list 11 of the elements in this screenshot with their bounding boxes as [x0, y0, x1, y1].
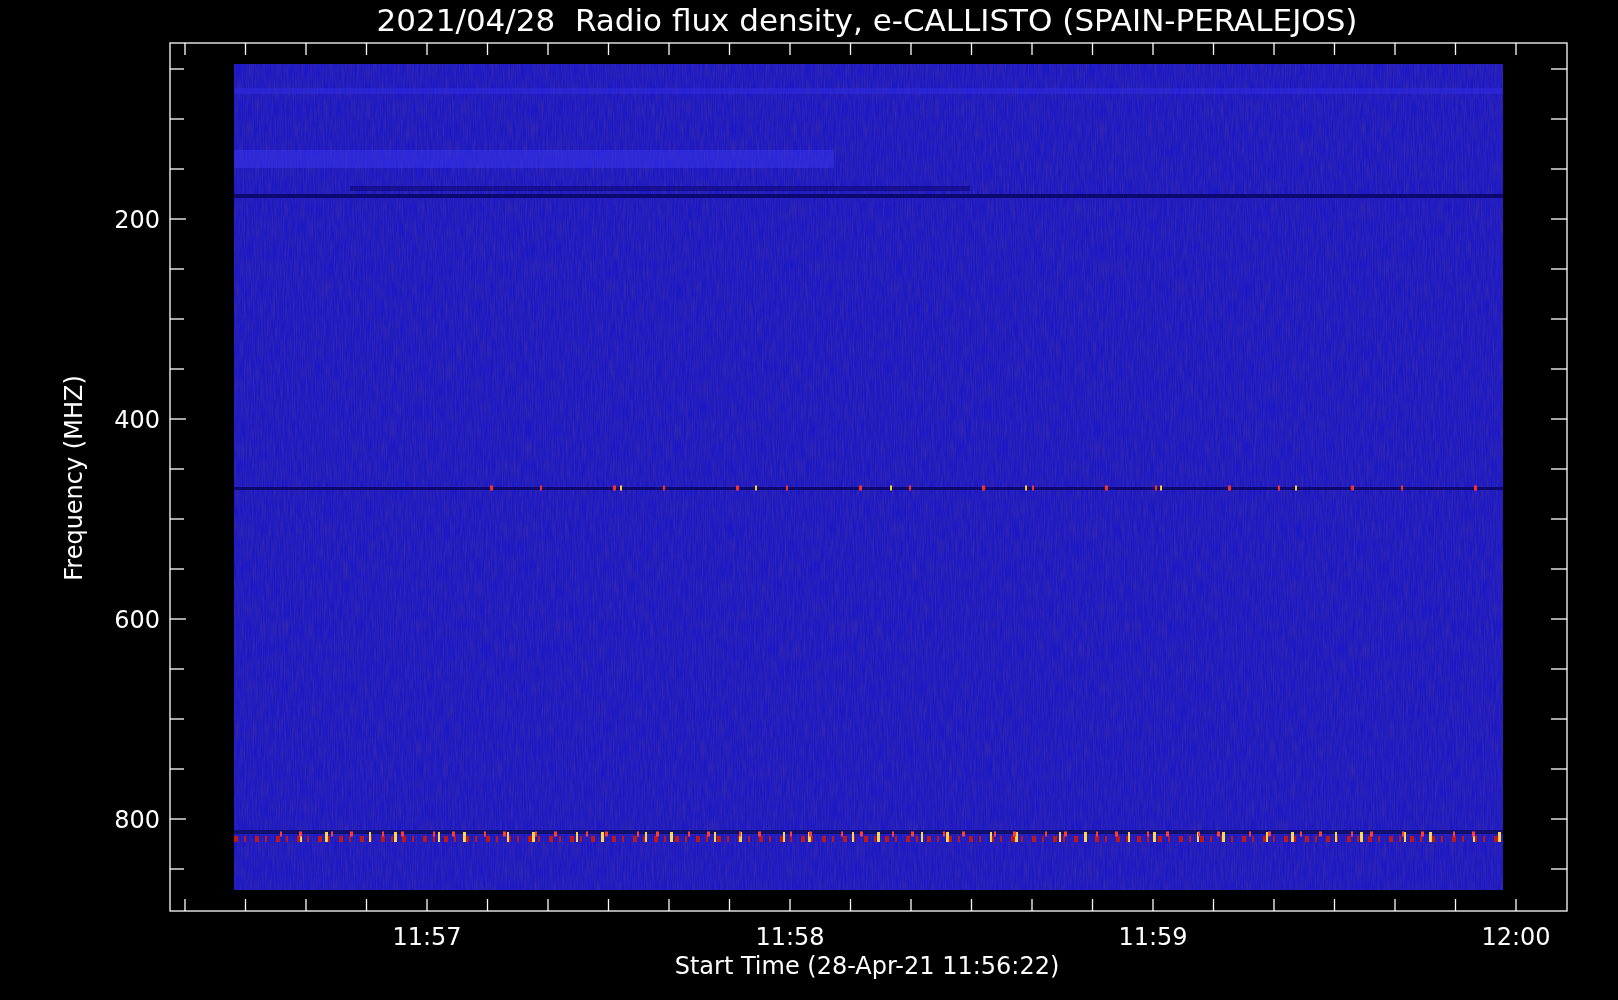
y-axis-label: Frequency (MHZ) — [60, 375, 88, 581]
y-tick-label: 600 — [114, 606, 160, 634]
x-axis-label: Start Time (28-Apr-21 11:56:22) — [674, 952, 1060, 980]
y-tick-label: 400 — [114, 406, 160, 434]
chart-title: 2021/04/28 Radio flux density, e-CALLISTO (SPAIN-PERALEJOS) — [376, 2, 1358, 38]
x-tick-label: 11:59 — [1118, 923, 1188, 951]
y-tick-label: 200 — [114, 206, 160, 234]
x-tick-label: 11:58 — [755, 923, 825, 951]
x-tick-label: 11:57 — [392, 923, 462, 951]
y-tick-label: 800 — [114, 806, 160, 834]
x-tick-label: 12:00 — [1481, 923, 1551, 951]
